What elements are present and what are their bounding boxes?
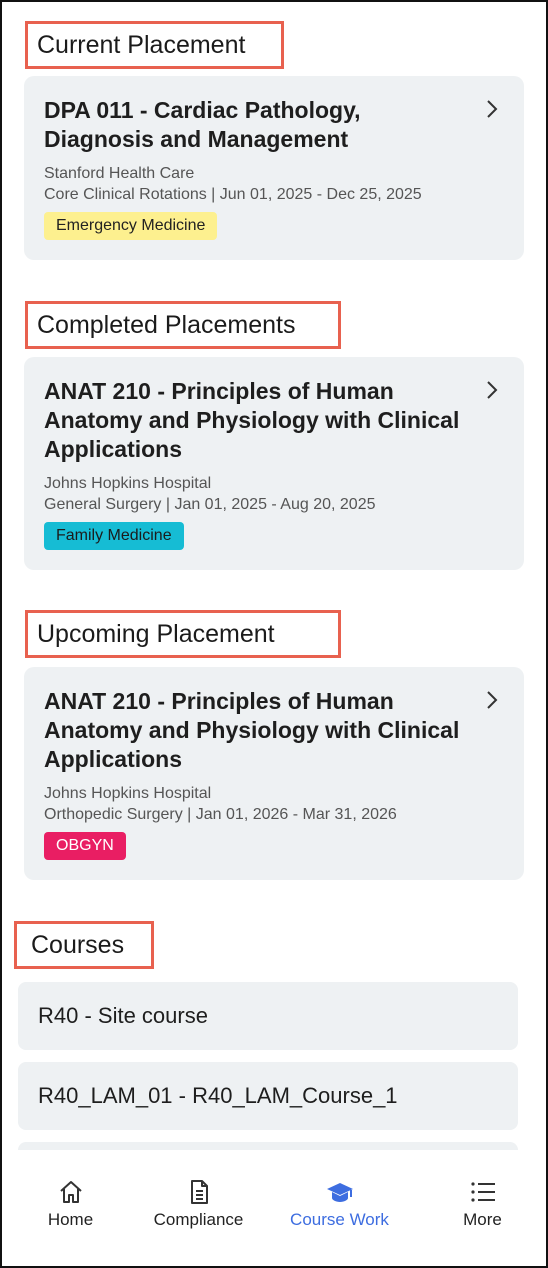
nav-compliance[interactable]: Compliance (130, 1150, 267, 1266)
nav-more[interactable]: More (414, 1150, 548, 1266)
nav-coursework-label: Course Work (290, 1210, 389, 1229)
placement-org: Johns Hopkins Hospital (44, 475, 212, 492)
section-title-current: Current Placement (25, 21, 284, 69)
nav-home[interactable]: Home (2, 1150, 139, 1266)
placement-meta: Orthopedic Surgery | Jan 01, 2026 - Mar … (44, 806, 397, 823)
placement-title: ANAT 210 - Principles of Human Anatomy a… (44, 378, 460, 462)
section-title-courses: Courses (14, 921, 154, 969)
nav-more-label: More (463, 1210, 502, 1229)
course-item[interactable]: R40 - Site course (18, 982, 518, 1050)
chevron-right-icon (487, 381, 498, 399)
home-icon (59, 1181, 82, 1203)
chevron-right-icon (487, 100, 498, 118)
document-icon (190, 1180, 208, 1204)
specialty-badge: Emergency Medicine (44, 212, 218, 240)
placement-title: DPA 011 - Cardiac Pathology, Diagnosis a… (44, 97, 361, 152)
nav-coursework[interactable]: Course Work (271, 1150, 408, 1266)
specialty-badge: OBGYN (44, 832, 126, 860)
graduation-cap-icon (326, 1183, 353, 1202)
placement-title: ANAT 210 - Principles of Human Anatomy a… (44, 688, 460, 772)
placement-meta: Core Clinical Rotations | Jun 01, 2025 -… (44, 186, 422, 203)
nav-compliance-label: Compliance (153, 1210, 244, 1229)
section-title-completed: Completed Placements (25, 301, 341, 349)
placement-org: Johns Hopkins Hospital (44, 785, 212, 802)
list-icon (470, 1182, 495, 1202)
placement-meta: General Surgery | Jan 01, 2025 - Aug 20,… (44, 496, 376, 513)
placement-org: Stanford Health Care (44, 165, 195, 182)
completed-placement-card[interactable]: ANAT 210 - Principles of Human Anatomy a… (24, 357, 524, 570)
specialty-badge: Family Medicine (44, 522, 184, 550)
section-title-upcoming: Upcoming Placement (25, 610, 341, 658)
current-placement-card[interactable]: DPA 011 - Cardiac Pathology, Diagnosis a… (24, 76, 524, 260)
chevron-right-icon (487, 691, 498, 709)
course-item[interactable]: R40_LAM_01 - R40_LAM_Course_1 (18, 1062, 518, 1130)
nav-home-label: Home (47, 1210, 94, 1229)
upcoming-placement-card[interactable]: ANAT 210 - Principles of Human Anatomy a… (24, 667, 524, 880)
bottom-nav: Home Compliance Course Work More (2, 1150, 546, 1266)
